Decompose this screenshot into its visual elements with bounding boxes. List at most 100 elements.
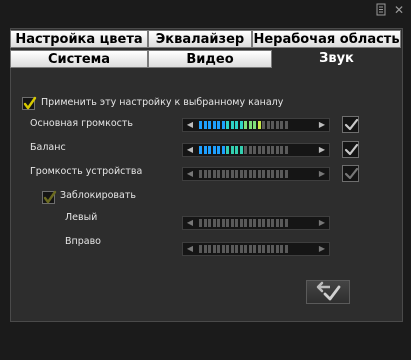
level-segment [239,219,243,227]
level-segment [226,121,229,129]
tab-video[interactable]: Видео [148,50,272,68]
level-segment [226,146,229,154]
level-segment [226,245,229,253]
level-segment [262,146,265,154]
level-segment [280,170,283,178]
decrease-arrow-icon[interactable]: ◀ [184,217,196,229]
level-segment [239,245,243,253]
level-segment [248,170,252,178]
level-segment [253,146,256,154]
level-segment [230,245,234,253]
level-segment [208,170,211,178]
level-segment [212,170,216,178]
level-segment [217,245,220,253]
level-segment [248,219,252,227]
level-segment [253,121,256,129]
tab-equalizer[interactable]: Эквалайзер [148,30,252,48]
device-volume-checkbox[interactable] [342,165,359,182]
level-segment [203,146,207,154]
level-segment [262,219,265,227]
left-channel-label: Левый [65,212,98,223]
level-segment [266,219,270,227]
level-segment [235,245,238,253]
level-segment [221,121,225,129]
level-segment [221,219,225,227]
title-bar: ✕ [0,0,411,24]
level-segment [280,146,283,154]
level-segment [217,121,220,129]
level-segment [271,121,274,129]
level-segment [280,245,283,253]
level-segment [271,146,274,154]
level-segment [275,146,279,154]
level-segment [271,170,274,178]
level-segment [244,121,247,129]
main-volume-checkbox[interactable] [342,116,359,133]
level-segment [199,146,202,154]
apply-to-channel-checkbox[interactable] [22,96,37,110]
balance-checkbox[interactable] [342,141,359,158]
level-segment [253,170,256,178]
level-segment [235,170,238,178]
level-segment [266,170,270,178]
level-segment [257,170,261,178]
increase-arrow-icon[interactable]: ▶ [316,119,328,131]
level-segment [217,170,220,178]
lock-checkbox[interactable] [42,190,57,204]
increase-arrow-icon[interactable]: ▶ [316,168,328,180]
document-icon[interactable] [374,3,388,17]
tab-system[interactable]: Система [10,50,148,68]
decrease-arrow-icon[interactable]: ◀ [184,144,196,156]
level-segment [208,121,211,129]
level-segment [284,245,288,253]
level-segment [217,146,220,154]
level-segment [262,121,265,129]
level-segment [208,245,211,253]
increase-arrow-icon[interactable]: ▶ [316,217,328,229]
close-icon[interactable]: ✕ [392,3,406,17]
device-volume-label: Громкость устройства [30,166,143,177]
apply-button[interactable] [306,280,350,304]
level-segment [262,245,265,253]
balance-slider[interactable]: ◀ ▶ [182,143,330,157]
level-segment [208,219,211,227]
increase-arrow-icon[interactable]: ▶ [316,243,328,255]
level-segment [275,170,279,178]
level-segment [212,121,216,129]
level-segment [226,170,229,178]
tab-inactive-area[interactable]: Нерабочая область [252,30,401,48]
level-segment [239,121,243,129]
level-segment [275,121,279,129]
level-segment [275,219,279,227]
level-segment [221,245,225,253]
increase-arrow-icon[interactable]: ▶ [316,144,328,156]
level-segment [239,146,243,154]
level-segment [230,219,234,227]
left-channel-slider[interactable]: ◀ ▶ [182,216,330,230]
level-segment [253,219,256,227]
device-volume-slider[interactable]: ◀ ▶ [182,167,330,181]
decrease-arrow-icon[interactable]: ◀ [184,168,196,180]
decrease-arrow-icon[interactable]: ◀ [184,119,196,131]
level-segment [212,245,216,253]
level-segment [266,146,270,154]
main-volume-slider[interactable]: ◀ ▶ [182,118,330,132]
level-segment [217,219,220,227]
level-segment [248,121,252,129]
level-segment [212,146,216,154]
tab-color-settings[interactable]: Настройка цвета [10,30,148,48]
level-segment [257,121,261,129]
level-segment [199,245,202,253]
right-channel-slider[interactable]: ◀ ▶ [182,242,330,256]
level-segment [226,219,229,227]
level-segment [199,219,202,227]
level-segment [284,219,288,227]
level-segment [235,146,238,154]
apply-to-channel-label: Применить эту настройку к выбранному кан… [41,97,284,108]
level-segment [257,219,261,227]
level-segment [271,219,274,227]
level-segment [221,170,225,178]
level-segment [248,146,252,154]
balance-label: Баланс [30,142,66,153]
decrease-arrow-icon[interactable]: ◀ [184,243,196,255]
